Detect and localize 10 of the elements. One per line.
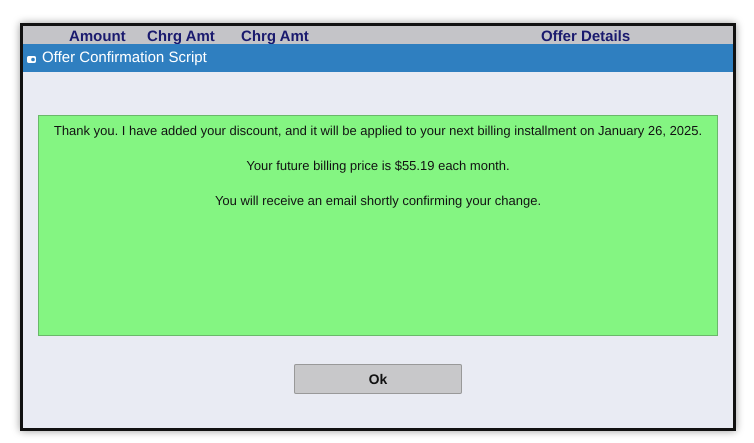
message-text: Thank you. I have added your discount, and it will be applied to your next billing installment on January 26, 2025. xyxy=(54,122,702,140)
message-text: You will receive an email shortly confirming your change. xyxy=(214,192,542,210)
window-title: Offer Confirmation Script xyxy=(42,48,207,68)
ok-button[interactable]: Ok xyxy=(294,364,462,394)
column-header: Offer Details xyxy=(541,29,630,44)
message-text: Your future billing price is $55.19 each month. xyxy=(246,157,510,175)
column-header: Chrg Amt xyxy=(147,29,216,44)
column-header: Chrg Amt xyxy=(241,29,310,44)
column-header: Amount xyxy=(69,29,127,44)
dialog-icon xyxy=(27,54,38,62)
